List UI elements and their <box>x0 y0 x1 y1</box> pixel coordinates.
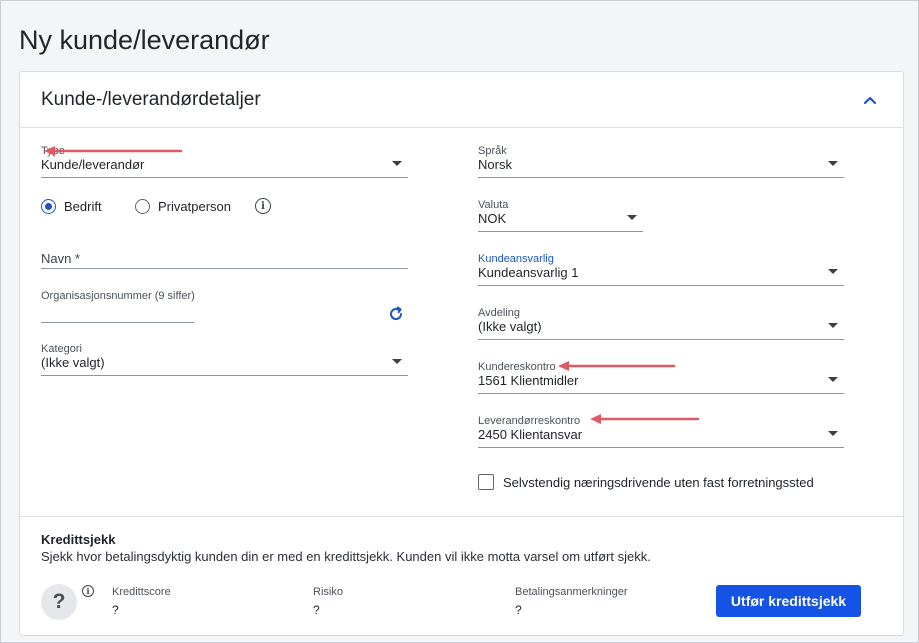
page-title: Ny kunde/leverandør <box>19 25 270 55</box>
kategori-label: Kategori <box>41 343 82 355</box>
risiko-label: Risiko <box>313 586 343 598</box>
kredittscore-label: Kredittscore <box>112 586 171 598</box>
caret-down-icon <box>392 359 402 364</box>
credit-check-title: Kredittsjekk <box>41 532 116 547</box>
annotation-arrow-icon <box>558 361 676 371</box>
kundeansvarlig-label: Kundeansvarlig <box>478 253 554 265</box>
caret-down-icon <box>828 269 838 274</box>
radio-label-privatperson: Privatperson <box>158 199 231 214</box>
kategori-value: (Ikke valgt) <box>41 355 105 370</box>
card-title: Kunde-/leverandørdetaljer <box>41 89 261 110</box>
info-icon[interactable]: i <box>255 198 271 214</box>
radio-bedrift[interactable]: Bedrift <box>41 199 102 214</box>
refresh-icon[interactable] <box>387 305 405 323</box>
navn-placeholder: Navn * <box>41 251 81 266</box>
leverandorreskontro-value: 2450 Klientansvar <box>478 427 583 442</box>
caret-down-icon <box>828 323 838 328</box>
radio-button[interactable] <box>135 199 150 214</box>
valuta-value: NOK <box>478 211 507 226</box>
kredittscore-value: ? <box>112 603 119 617</box>
annotation-arrow-icon <box>590 414 700 424</box>
betalingsanmerkninger-label: Betalingsanmerkninger <box>515 586 628 598</box>
caret-down-icon <box>627 215 637 220</box>
caret-down-icon <box>828 161 838 166</box>
navn-input[interactable]: Navn * <box>41 251 408 269</box>
leverandorreskontro-label: Leverandørreskontro <box>478 415 581 427</box>
avdeling-value: (Ikke valgt) <box>478 319 542 334</box>
caret-down-icon <box>392 161 402 166</box>
annotation-arrow-icon <box>44 146 182 156</box>
info-icon[interactable]: i <box>82 585 94 597</box>
customer-details-card: Kunde-/leverandørdetaljer Type Kunde/lev… <box>19 71 904 636</box>
valuta-label: Valuta <box>478 199 509 211</box>
risiko-value: ? <box>313 603 320 617</box>
avdeling-label: Avdeling <box>478 307 520 319</box>
radio-privatperson[interactable]: Privatperson <box>135 199 231 214</box>
avdeling-select[interactable]: Avdeling (Ikke valgt) <box>478 307 844 340</box>
orgnr-input[interactable]: Organisasjonsnummer (9 siffer) <box>41 290 195 323</box>
sprak-label: Språk <box>478 145 507 157</box>
selvstendig-checkbox[interactable] <box>478 474 494 490</box>
sprak-value: Norsk <box>478 157 512 172</box>
kategori-select[interactable]: Kategori (Ikke valgt) <box>41 343 408 376</box>
credit-check-description: Sjekk hvor betalingsdyktig kunden din er… <box>41 549 651 564</box>
kundeansvarlig-value: Kundeansvarlig 1 <box>478 265 579 280</box>
caret-down-icon <box>828 431 838 436</box>
selvstendig-checkbox-label[interactable]: Selvstendig næringsdrivende uten fast fo… <box>503 475 814 490</box>
radio-button-selected[interactable] <box>41 199 56 214</box>
orgnr-label: Organisasjonsnummer (9 siffer) <box>41 290 195 302</box>
radio-label-bedrift: Bedrift <box>64 199 102 214</box>
kundereskontro-value: 1561 Klientmidler <box>478 373 579 388</box>
run-credit-check-button[interactable]: Utfør kredittsjekk <box>716 585 861 617</box>
collapse-button[interactable] <box>859 89 881 111</box>
sprak-select[interactable]: Språk Norsk <box>478 145 844 178</box>
kundeansvarlig-select[interactable]: Kundeansvarlig Kundeansvarlig 1 <box>478 253 844 286</box>
kundereskontro-label: Kundereskontro <box>478 361 556 373</box>
card-header: Kunde-/leverandørdetaljer <box>20 72 903 128</box>
type-value: Kunde/leverandør <box>41 157 145 172</box>
chevron-up-icon <box>863 96 877 105</box>
betalingsanmerkninger-value: ? <box>515 603 522 617</box>
question-icon: ? <box>41 584 77 620</box>
valuta-select[interactable]: Valuta NOK <box>478 199 643 232</box>
credit-check-section: Kredittsjekk Sjekk hvor betalingsdyktig … <box>20 516 903 636</box>
caret-down-icon <box>828 377 838 382</box>
